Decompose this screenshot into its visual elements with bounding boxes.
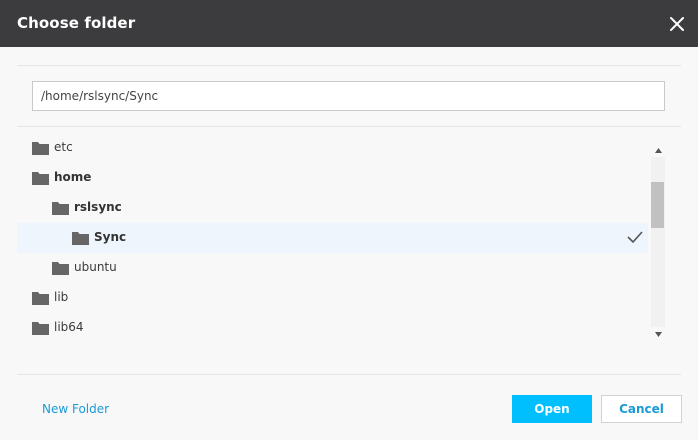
tree-item-ubuntu[interactable]: ubuntu <box>17 253 648 283</box>
folder-icon <box>52 262 69 275</box>
tree-item-label: lib <box>54 290 69 304</box>
footer-divider <box>17 374 681 375</box>
tree-item-label: lib64 <box>54 320 84 334</box>
tree-item-label: rslsync <box>74 200 122 214</box>
path-divider <box>17 126 681 127</box>
dialog-title: Choose folder <box>17 14 136 32</box>
tree-item-label: etc <box>54 140 73 154</box>
arrow-down-icon <box>654 331 662 337</box>
folder-path-input[interactable] <box>32 81 665 111</box>
tree-item-lib[interactable]: lib <box>17 283 648 313</box>
folder-icon <box>72 232 89 245</box>
scroll-down-button[interactable] <box>650 327 666 341</box>
top-divider <box>17 65 681 66</box>
scroll-up-button[interactable] <box>650 143 666 157</box>
tree-item-sync[interactable]: Sync <box>17 223 648 253</box>
open-button[interactable]: Open <box>512 395 592 423</box>
folder-icon <box>32 292 49 305</box>
tree-item-label: ubuntu <box>74 260 117 274</box>
tree-item-label: home <box>54 170 92 184</box>
tree-item-rslsync[interactable]: rslsync <box>17 193 648 223</box>
close-icon <box>670 17 684 31</box>
folder-icon <box>32 172 49 185</box>
folder-icon <box>32 142 49 155</box>
tree-item-lib64[interactable]: lib64 <box>17 313 648 341</box>
tree-item-etc[interactable]: etc <box>17 133 648 163</box>
tree-scrollbar[interactable] <box>650 143 666 341</box>
tree-item-label: Sync <box>94 230 127 244</box>
folder-icon <box>52 202 69 215</box>
folder-tree: etc home rslsync Sync ubuntu lib lib64 <box>17 133 665 341</box>
close-button[interactable] <box>664 12 690 36</box>
new-folder-link[interactable]: New Folder <box>42 402 109 416</box>
cancel-button[interactable]: Cancel <box>601 395 682 423</box>
arrow-up-icon <box>654 147 662 153</box>
dialog-titlebar: Choose folder <box>0 0 698 47</box>
folder-icon <box>32 322 49 335</box>
checkmark-icon <box>627 231 643 244</box>
tree-item-home[interactable]: home <box>17 163 648 193</box>
scroll-thumb[interactable] <box>651 182 664 228</box>
